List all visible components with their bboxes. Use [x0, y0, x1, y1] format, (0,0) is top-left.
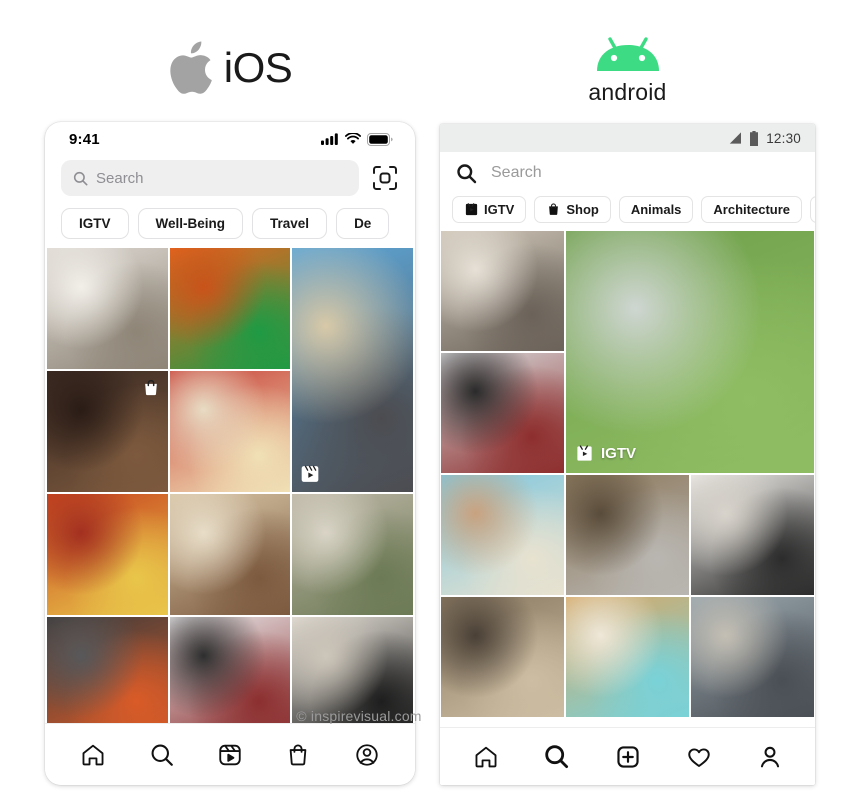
reels-icon	[217, 742, 243, 768]
ios-search-placeholder: Search	[96, 169, 144, 187]
ios-platform-name: iOS	[223, 43, 293, 91]
chip-label: Architecture	[713, 202, 790, 217]
ios-grid-tile[interactable]	[169, 494, 291, 615]
android-grid-tile[interactable]	[691, 475, 814, 595]
search-icon	[543, 743, 570, 770]
ios-grid-tile[interactable]	[292, 248, 413, 492]
ios-grid-tile[interactable]	[47, 617, 168, 738]
ios-status-bar: 9:41	[45, 122, 415, 156]
ios-chip-igtv[interactable]: IGTV	[61, 208, 129, 239]
android-platform-header: android	[440, 28, 815, 108]
chip-label: Shop	[566, 202, 599, 217]
igtv-overlay-label: IGTV	[601, 445, 637, 462]
wifi-icon	[345, 133, 361, 145]
ios-nav-shop[interactable]	[278, 735, 318, 775]
igtv-icon	[464, 202, 479, 217]
ios-grid-tile[interactable]	[292, 617, 413, 738]
ios-category-chips: IGTV Well-Being Travel De	[45, 204, 415, 248]
battery-icon	[749, 130, 759, 146]
android-search-placeholder: Search	[491, 164, 542, 181]
ios-status-time: 9:41	[69, 130, 100, 148]
android-grid-tile[interactable]	[441, 597, 564, 717]
android-chip-science-[interactable]: Science &	[810, 196, 815, 223]
android-grid-tile[interactable]	[441, 353, 564, 473]
android-nav-activity[interactable]	[679, 737, 719, 777]
ios-nav-home[interactable]	[73, 735, 113, 775]
search-icon	[73, 171, 88, 186]
ios-bottom-nav	[45, 723, 415, 785]
ios-chip-de[interactable]: De	[336, 208, 390, 239]
ios-phone-frame: 9:41 Search IGTV Well-Being Travel De	[45, 122, 415, 785]
android-nav-add[interactable]	[608, 737, 648, 777]
android-bottom-nav	[440, 727, 815, 785]
chip-label: Animals	[630, 202, 682, 217]
android-status-time: 12:30	[766, 130, 801, 146]
android-chip-igtv[interactable]: IGTV	[452, 196, 527, 223]
chip-label: IGTV	[484, 202, 515, 217]
shopping-bag-icon	[546, 202, 561, 217]
search-icon	[456, 163, 477, 184]
android-grid-tile[interactable]	[441, 475, 564, 595]
ios-explore-grid	[45, 248, 415, 738]
home-icon	[473, 744, 499, 770]
shopping-bag-icon	[141, 378, 161, 398]
ios-chip-well-being[interactable]: Well-Being	[137, 208, 244, 239]
shop-bag-icon	[285, 742, 311, 768]
ios-grid-tile[interactable]	[292, 494, 413, 615]
android-grid-tile[interactable]: IGTV	[566, 231, 814, 473]
profile-person-icon	[757, 744, 783, 770]
ios-grid-tile[interactable]	[169, 617, 291, 738]
android-nav-home[interactable]	[466, 737, 506, 777]
ios-grid-tile[interactable]	[169, 371, 291, 492]
heart-icon	[686, 744, 712, 770]
ios-nav-profile[interactable]	[347, 735, 387, 775]
android-robot-icon	[588, 31, 668, 77]
android-chip-animals[interactable]: Animals	[618, 196, 694, 223]
android-grid-tile[interactable]	[691, 597, 814, 717]
android-grid-tile[interactable]	[441, 231, 564, 351]
ios-grid-tile[interactable]	[47, 494, 168, 615]
camera-scan-icon[interactable]	[371, 164, 399, 192]
igtv-icon	[575, 444, 594, 463]
cellular-signal-icon	[321, 133, 339, 145]
android-category-chips: IGTV Shop Animals Architecture Science &	[440, 194, 815, 231]
search-icon	[149, 742, 175, 768]
android-status-bar: 12:30	[440, 124, 815, 152]
ios-nav-reels[interactable]	[210, 735, 250, 775]
android-grid-tile[interactable]	[566, 475, 689, 595]
igtv-overlay: IGTV	[575, 444, 636, 463]
android-chip-shop[interactable]: Shop	[534, 196, 611, 223]
android-phone-frame: 12:30 Search IGTV Shop Animals Architecture…	[440, 124, 815, 785]
chip-label: Travel	[270, 216, 310, 231]
android-grid-tile[interactable]	[566, 597, 689, 717]
reels-icon	[300, 464, 320, 484]
ios-grid-tile[interactable]	[47, 248, 168, 369]
android-chip-architecture[interactable]: Architecture	[701, 196, 802, 223]
ios-search-input[interactable]: Search	[61, 160, 359, 196]
comparison-canvas: iOS android 9:41 Search IGTV Well-Being …	[0, 0, 850, 800]
android-platform-name: android	[588, 78, 667, 105]
ios-chip-travel[interactable]: Travel	[252, 208, 328, 239]
ios-nav-search[interactable]	[142, 735, 182, 775]
chip-label: De	[354, 216, 372, 231]
ios-grid-tile[interactable]	[169, 248, 291, 369]
battery-icon	[367, 132, 393, 146]
apple-logo-icon	[168, 41, 214, 95]
chip-label: IGTV	[79, 216, 111, 231]
chip-label: Well-Being	[155, 216, 226, 231]
android-nav-profile[interactable]	[750, 737, 790, 777]
home-icon	[80, 742, 106, 768]
android-search-row[interactable]: Search	[440, 152, 815, 194]
ios-platform-header: iOS	[45, 30, 415, 105]
android-nav-search[interactable]	[537, 737, 577, 777]
ios-grid-tile[interactable]	[47, 371, 168, 492]
profile-circle-icon	[354, 742, 380, 768]
add-post-icon	[615, 744, 641, 770]
ios-search-row: Search	[45, 156, 415, 204]
android-explore-grid: IGTV	[440, 231, 815, 717]
cellular-signal-icon	[726, 131, 742, 145]
